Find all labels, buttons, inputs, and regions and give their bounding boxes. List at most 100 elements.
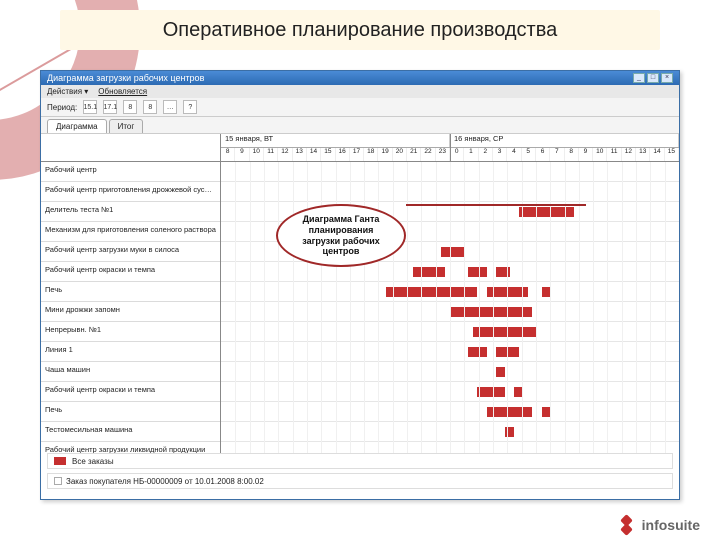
gantt-row-label[interactable]: Рабочий центр bbox=[41, 162, 220, 182]
date-right: 16 января, СР bbox=[450, 134, 679, 147]
window-toolbar: Период: 15.1 17.1 8 8 … ? bbox=[41, 98, 679, 117]
brand-name: infosuite bbox=[642, 517, 700, 533]
date-to-input[interactable]: 17.1 bbox=[103, 100, 117, 114]
hour-cell: 12 bbox=[278, 148, 292, 161]
gantt-bar[interactable] bbox=[468, 267, 486, 277]
footer-text: Заказ покупателя НБ-00000009 от 10.01.20… bbox=[66, 477, 264, 486]
hour-cell: 9 bbox=[235, 148, 249, 161]
gantt-row-label[interactable]: Печь bbox=[41, 402, 220, 422]
hour-cell: 8 bbox=[565, 148, 579, 161]
gantt-bar[interactable] bbox=[477, 387, 504, 397]
period-label: Период: bbox=[47, 103, 77, 112]
gantt-row-label[interactable]: Делитель теста №1 bbox=[41, 202, 220, 222]
hour-cell: 0 bbox=[450, 148, 464, 161]
date-left: 15 января, ВТ bbox=[221, 134, 450, 147]
hour-cell: 20 bbox=[393, 148, 407, 161]
gantt-row-label[interactable]: Чаша машин bbox=[41, 362, 220, 382]
grid-column-line bbox=[622, 162, 623, 453]
legend-swatch bbox=[54, 457, 66, 465]
hour-cell: 13 bbox=[293, 148, 307, 161]
toolbar-extra-2[interactable]: ? bbox=[183, 100, 197, 114]
date-from-input[interactable]: 15.1 bbox=[83, 100, 97, 114]
gantt-bar[interactable] bbox=[441, 247, 464, 257]
minimize-button[interactable]: _ bbox=[633, 73, 645, 83]
menu-updating[interactable]: Обновляется bbox=[98, 87, 147, 96]
hour-cell: 15 bbox=[321, 148, 335, 161]
hour-cell: 9 bbox=[579, 148, 593, 161]
hour-cell: 5 bbox=[522, 148, 536, 161]
grid-column-line bbox=[278, 162, 279, 453]
window-menubar: Действия ▾ Обновляется bbox=[41, 85, 679, 98]
hour-cell: 4 bbox=[507, 148, 521, 161]
grid-column-line bbox=[307, 162, 308, 453]
grid-column-line bbox=[593, 162, 594, 453]
hour-cell: 6 bbox=[536, 148, 550, 161]
gantt-row-label[interactable]: Рабочий центр загрузки ликвидной продукц… bbox=[41, 442, 220, 453]
grid-column-line bbox=[665, 162, 666, 453]
callout-annotation: Диаграмма Ганта планирования загрузки ра… bbox=[276, 204, 406, 267]
callout-line4: центров bbox=[282, 246, 400, 257]
hour-cell: 11 bbox=[264, 148, 278, 161]
gantt-row-labels: Рабочий центрРабочий центр приготовления… bbox=[41, 134, 221, 453]
hour-from-input[interactable]: 8 bbox=[123, 100, 137, 114]
hour-cell: 11 bbox=[607, 148, 621, 161]
hour-cell: 15 bbox=[665, 148, 679, 161]
hour-cell: 23 bbox=[436, 148, 450, 161]
row-header-cell bbox=[41, 134, 220, 162]
gantt-row-label[interactable]: Печь bbox=[41, 282, 220, 302]
gantt-row-label[interactable]: Механизм для приготовления соленого раст… bbox=[41, 222, 220, 242]
hour-cell: 3 bbox=[493, 148, 507, 161]
hour-cell: 10 bbox=[250, 148, 264, 161]
gantt-bar[interactable] bbox=[473, 327, 537, 337]
gantt-row-label[interactable]: Рабочий центр окраски и темпа bbox=[41, 262, 220, 282]
slide-title-band: Оперативное планирование производства bbox=[60, 10, 660, 50]
gantt-grid[interactable]: 15 января, ВТ 16 января, СР 891011121314… bbox=[221, 134, 679, 453]
tab-chart[interactable]: Диаграмма bbox=[47, 119, 107, 133]
grid-column-line bbox=[250, 162, 251, 453]
callout-leader-line bbox=[406, 204, 586, 206]
gantt-row-label[interactable]: Тестомесильная машина bbox=[41, 422, 220, 442]
legend-label: Все заказы bbox=[72, 457, 114, 466]
grid-column-line bbox=[636, 162, 637, 453]
footer-bullet-icon bbox=[54, 477, 62, 485]
grid-column-line bbox=[235, 162, 236, 453]
callout-line2: планирования bbox=[282, 225, 400, 236]
gantt-row-label[interactable]: Непрерывн. №1 bbox=[41, 322, 220, 342]
grid-column-line bbox=[393, 162, 394, 453]
hour-cell: 17 bbox=[350, 148, 364, 161]
gantt-window: Диаграмма загрузки рабочих центров _ □ ×… bbox=[40, 70, 680, 500]
menu-actions[interactable]: Действия ▾ bbox=[47, 87, 88, 96]
gantt-bar[interactable] bbox=[413, 267, 445, 277]
hour-cell: 18 bbox=[364, 148, 378, 161]
hour-cell: 10 bbox=[593, 148, 607, 161]
tab-other[interactable]: Итог bbox=[109, 119, 144, 133]
toolbar-extra-1[interactable]: … bbox=[163, 100, 177, 114]
gantt-row-label[interactable]: Рабочий центр окраски и темпа bbox=[41, 382, 220, 402]
hour-cell: 2 bbox=[479, 148, 493, 161]
gantt-row-label[interactable]: Рабочий центр приготовления дрожжевой су… bbox=[41, 182, 220, 202]
hour-cell: 7 bbox=[550, 148, 564, 161]
gantt-area: Рабочий центрРабочий центр приготовления… bbox=[41, 133, 679, 453]
gantt-bar[interactable] bbox=[468, 347, 486, 357]
callout-line3: загрузки рабочих bbox=[282, 236, 400, 247]
hour-cell: 19 bbox=[378, 148, 392, 161]
slide-title: Оперативное планирование производства bbox=[163, 19, 557, 42]
hour-cell: 16 bbox=[336, 148, 350, 161]
close-button[interactable]: × bbox=[661, 73, 673, 83]
maximize-button[interactable]: □ bbox=[647, 73, 659, 83]
hour-cell: 8 bbox=[221, 148, 235, 161]
gantt-bar[interactable] bbox=[450, 307, 532, 317]
window-title: Диаграмма загрузки рабочих центров bbox=[47, 73, 204, 83]
gantt-row-label[interactable]: Рабочий центр загрузки муки в силоса bbox=[41, 242, 220, 262]
hour-to-input[interactable]: 8 bbox=[143, 100, 157, 114]
grid-column-line bbox=[378, 162, 379, 453]
grid-column-line bbox=[293, 162, 294, 453]
gantt-bar[interactable] bbox=[496, 367, 505, 377]
gantt-row-label[interactable]: Линия 1 bbox=[41, 342, 220, 362]
gantt-row-label[interactable]: Мини дрожжи запомн bbox=[41, 302, 220, 322]
footer: Заказ покупателя НБ-00000009 от 10.01.20… bbox=[47, 473, 673, 489]
legend: Все заказы bbox=[47, 453, 673, 469]
hour-cell: 14 bbox=[307, 148, 321, 161]
hour-cell: 13 bbox=[636, 148, 650, 161]
window-titlebar[interactable]: Диаграмма загрузки рабочих центров _ □ × bbox=[41, 71, 679, 85]
